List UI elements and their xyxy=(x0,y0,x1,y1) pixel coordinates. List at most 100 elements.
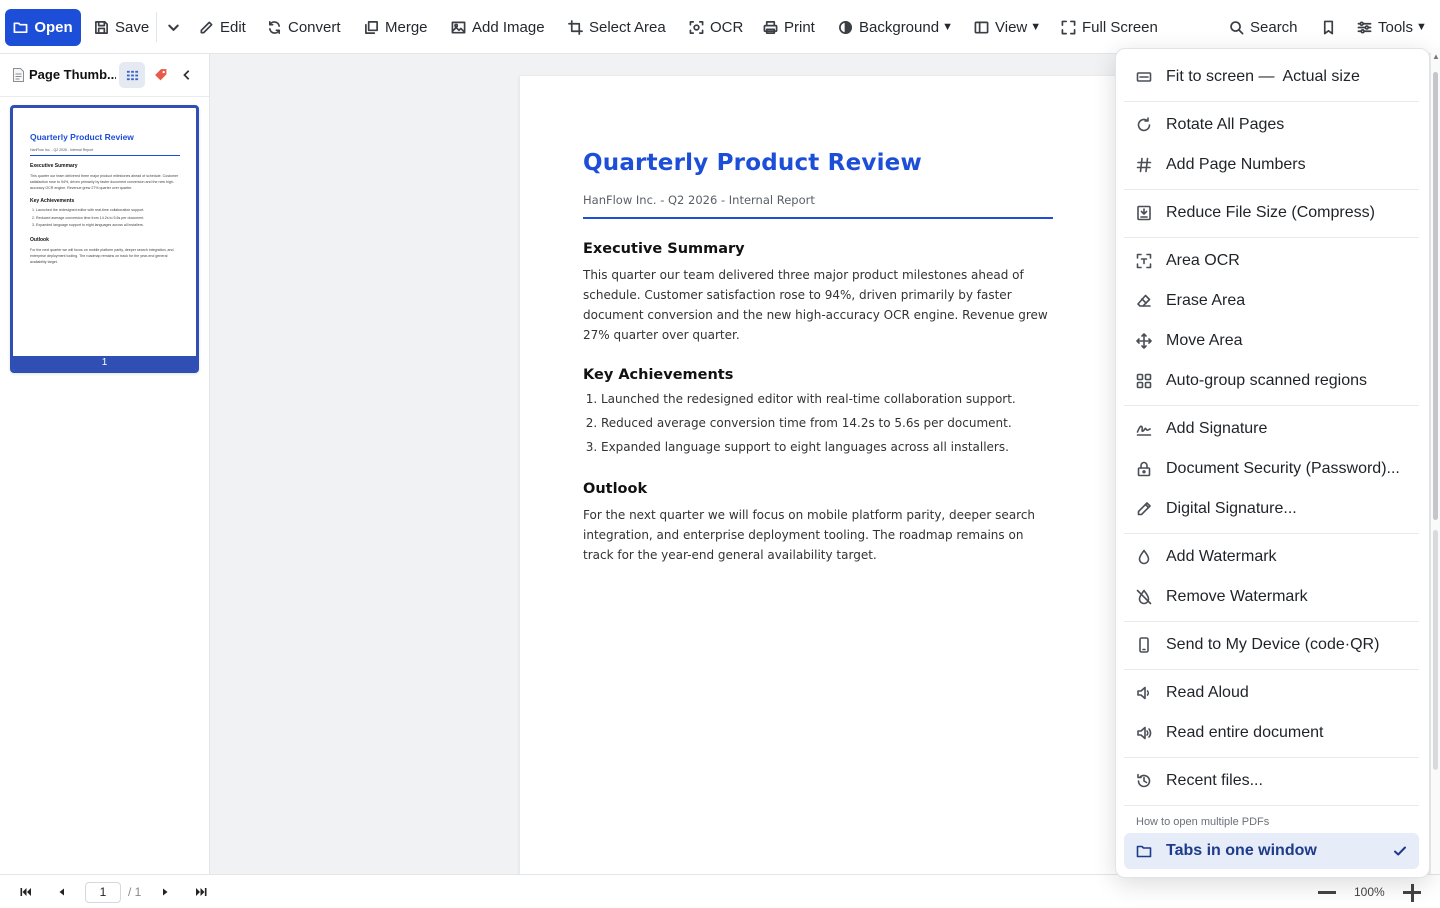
tools-menu-button[interactable]: Tools ▼ xyxy=(1351,10,1433,44)
list-item: Launched the redesigned editor with real… xyxy=(601,387,1053,411)
folder-tab-icon xyxy=(1136,843,1152,859)
save-label: Save xyxy=(115,18,150,36)
caret-left-icon xyxy=(59,888,64,896)
last-page-button[interactable] xyxy=(192,883,210,901)
convert-button[interactable]: Convert xyxy=(261,10,347,44)
document-icon xyxy=(13,67,24,82)
folder-icon xyxy=(13,22,28,34)
thumbnail-list-item: Launched the redesigned editor with real… xyxy=(36,207,180,215)
menu-divider xyxy=(1124,757,1419,758)
convert-label: Convert xyxy=(288,18,341,36)
menu-item-read-entire-document[interactable]: Read entire document xyxy=(1124,715,1419,751)
menu-item-document-security[interactable]: Document Security (Password)... xyxy=(1124,451,1419,487)
search-label: Search xyxy=(1250,18,1298,36)
menu-item-rotate-all-pages[interactable]: Rotate All Pages xyxy=(1124,107,1419,143)
ocr-button[interactable]: OCR xyxy=(683,10,749,44)
document-title: Quarterly Product Review xyxy=(583,150,922,176)
droplet-off-icon xyxy=(1136,589,1152,605)
save-icon xyxy=(95,20,108,34)
merge-label: Merge xyxy=(385,18,428,36)
menu-item-add-page-numbers[interactable]: Add Page Numbers xyxy=(1124,147,1419,183)
edit-button[interactable]: Edit xyxy=(193,10,252,44)
add-image-button[interactable]: Add Image xyxy=(445,10,551,44)
tools-dropdown-menu: Fit to screen — Actual size Rotate All P… xyxy=(1115,48,1430,878)
thumbnails-view-button[interactable] xyxy=(119,62,145,88)
menu-item-label: Fit to screen — Actual size xyxy=(1166,68,1360,85)
menu-item-reduce-file-size[interactable]: Reduce File Size (Compress) xyxy=(1124,195,1419,231)
menu-item-recent-files[interactable]: Recent files... xyxy=(1124,763,1419,799)
menu-item-label: Rotate All Pages xyxy=(1166,116,1285,133)
menu-item-digital-signature[interactable]: Digital Signature... xyxy=(1124,491,1419,527)
menu-item-label: Add Watermark xyxy=(1166,548,1277,565)
save-options-dropdown[interactable] xyxy=(160,10,187,44)
print-button[interactable]: Print xyxy=(757,10,821,44)
section-paragraph: This quarter our team delivered three ma… xyxy=(583,268,1048,342)
save-button[interactable]: Save xyxy=(88,10,155,44)
menu-divider xyxy=(1124,669,1419,670)
menu-item-add-signature[interactable]: Add Signature xyxy=(1124,411,1419,447)
menu-item-label: Remove Watermark xyxy=(1166,588,1308,605)
menu-item-label: Document Security (Password)... xyxy=(1166,460,1400,477)
zoom-out-button[interactable] xyxy=(1318,891,1336,894)
menu-item-move-area[interactable]: Move Area xyxy=(1124,323,1419,359)
section-heading: Executive Summary xyxy=(583,241,745,257)
thumbnail-sidebar: Page Thumb... Quarterly Product Review H… xyxy=(0,54,210,874)
move-icon xyxy=(1136,333,1152,349)
menu-section-heading: How to open multiple PDFs xyxy=(1136,816,1270,828)
search-button[interactable]: Search xyxy=(1223,10,1304,44)
menu-item-erase-area[interactable]: Erase Area xyxy=(1124,283,1419,319)
thumbnail-heading: Executive Summary xyxy=(30,163,78,169)
menu-item-area-ocr[interactable]: Area OCR xyxy=(1124,243,1419,279)
collapse-sidebar-button[interactable] xyxy=(174,62,200,88)
rotate-icon xyxy=(1136,117,1152,133)
actual-size-label: Actual size xyxy=(1282,68,1360,85)
bookmark-button[interactable] xyxy=(1315,10,1342,44)
menu-item-fit-to-screen[interactable]: Fit to screen — Actual size xyxy=(1124,59,1419,95)
menu-item-label: Digital Signature... xyxy=(1166,500,1297,517)
thumbnail-title: Quarterly Product Review xyxy=(30,132,134,142)
bookmarks-view-button[interactable] xyxy=(147,62,173,88)
page-number-input[interactable]: 1 xyxy=(85,882,121,903)
add-image-label: Add Image xyxy=(472,18,545,36)
area-ocr-icon xyxy=(1136,253,1152,269)
full-screen-button[interactable]: Full Screen xyxy=(1055,10,1164,44)
menu-item-read-aloud[interactable]: Read Aloud xyxy=(1124,675,1419,711)
view-menu[interactable]: View ▼ xyxy=(968,10,1047,44)
menu-item-auto-group[interactable]: Auto-group scanned regions xyxy=(1124,363,1419,399)
menu-item-add-watermark[interactable]: Add Watermark xyxy=(1124,539,1419,575)
section-heading: Key Achievements xyxy=(583,367,734,383)
plus-icon-bar xyxy=(1410,883,1414,902)
menu-item-label: Tabs in one window xyxy=(1166,842,1317,859)
menu-item-remove-watermark[interactable]: Remove Watermark xyxy=(1124,579,1419,615)
sidebar-title-text: Page Thumb... xyxy=(29,67,116,82)
next-page-button[interactable] xyxy=(156,883,174,901)
document-subtitle: HanFlow Inc. - Q2 2026 - Internal Report xyxy=(583,193,1053,219)
previous-page-button[interactable] xyxy=(53,883,71,901)
history-icon xyxy=(1136,773,1152,789)
pen-icon xyxy=(1136,501,1152,517)
sidebar-header: Page Thumb... xyxy=(0,54,209,97)
document-page: Quarterly Product Review HanFlow Inc. - … xyxy=(520,76,1120,874)
chevron-left-icon xyxy=(183,70,190,80)
menu-divider xyxy=(1124,405,1419,406)
menu-item-label: Add Page Numbers xyxy=(1166,156,1306,173)
page-scrollbar-track-segment xyxy=(1433,530,1438,770)
thumbnail-paragraph: This quarter our team delivered three ma… xyxy=(30,174,179,190)
chevron-down-icon xyxy=(168,24,179,31)
thumbnail-list-item: Expanded language support to eight langu… xyxy=(36,222,180,230)
page-thumbnail[interactable]: Quarterly Product Review HanFlow Inc. - … xyxy=(10,105,199,373)
menu-item-label: Reduce File Size (Compress) xyxy=(1166,204,1375,221)
thumbnail-list: Launched the redesigned editor with real… xyxy=(30,207,180,230)
menu-item-send-to-device[interactable]: Send to My Device (code·QR) xyxy=(1124,627,1419,663)
scroll-up-arrow-icon[interactable]: ▲ xyxy=(1432,52,1440,61)
contrast-icon xyxy=(839,20,852,34)
open-label: Open xyxy=(34,19,73,36)
menu-item-tabs-in-one-window[interactable]: Tabs in one window xyxy=(1124,833,1419,869)
select-area-button[interactable]: Select Area xyxy=(562,10,672,44)
page-scrollbar-thumb[interactable] xyxy=(1433,72,1438,520)
merge-button[interactable]: Merge xyxy=(358,10,434,44)
list-item: Expanded language support to eight langu… xyxy=(601,435,1053,459)
first-page-button[interactable] xyxy=(17,883,35,901)
open-button[interactable]: Open xyxy=(5,9,81,46)
background-menu[interactable]: Background ▼ xyxy=(832,10,959,44)
